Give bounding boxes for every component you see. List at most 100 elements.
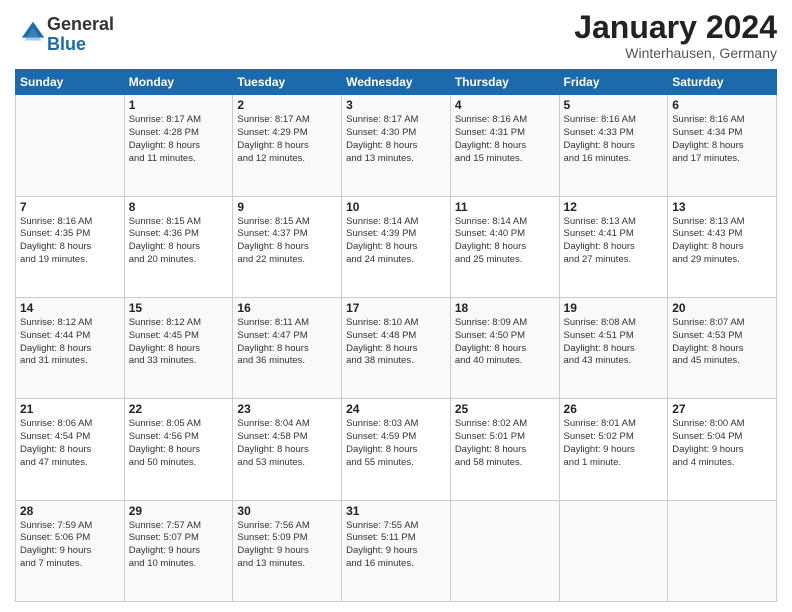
header-sunday: Sunday — [16, 70, 125, 95]
logo-general: General — [47, 15, 114, 35]
header-saturday: Saturday — [668, 70, 777, 95]
table-row — [668, 500, 777, 601]
day-number: 3 — [346, 98, 446, 112]
day-info: Sunrise: 8:11 AMSunset: 4:47 PMDaylight:… — [237, 317, 337, 368]
day-number: 23 — [237, 402, 337, 416]
day-info: Sunrise: 8:04 AMSunset: 4:58 PMDaylight:… — [237, 418, 337, 469]
day-number: 12 — [564, 200, 664, 214]
table-row: 8 Sunrise: 8:15 AMSunset: 4:36 PMDaylight… — [124, 196, 233, 297]
day-number: 19 — [564, 301, 664, 315]
day-info: Sunrise: 8:15 AMSunset: 4:37 PMDaylight:… — [237, 216, 337, 267]
table-row: 17Sunrise: 8:10 AMSunset: 4:48 PMDayligh… — [342, 297, 451, 398]
day-info: Sunrise: 8:12 AMSunset: 4:44 PMDaylight:… — [20, 317, 120, 368]
day-info: Sunrise: 7:55 AMSunset: 5:11 PMDaylight:… — [346, 520, 446, 571]
table-row: 23 Sunrise: 8:04 AMSunset: 4:58 PMDayligh… — [233, 399, 342, 500]
day-info: Sunrise: 8:14 AMSunset: 4:39 PMDaylight:… — [346, 216, 446, 267]
table-row: 19Sunrise: 8:08 AMSunset: 4:51 PMDayligh… — [559, 297, 668, 398]
day-number: 31 — [346, 504, 446, 518]
table-row: 6Sunrise: 8:16 AMSunset: 4:34 PMDaylight… — [668, 95, 777, 196]
location: Winterhausen, Germany — [574, 45, 777, 61]
day-info: Sunrise: 8:06 AMSunset: 4:54 PMDaylight:… — [20, 418, 120, 469]
day-number: 9 — [237, 200, 337, 214]
table-row: 22 Sunrise: 8:05 AMSunset: 4:56 PMDayligh… — [124, 399, 233, 500]
day-info: Sunrise: 8:16 AMSunset: 4:33 PMDaylight:… — [564, 114, 664, 165]
day-number: 18 — [455, 301, 555, 315]
day-number: 4 — [455, 98, 555, 112]
day-number: 25 — [455, 402, 555, 416]
table-row: 9 Sunrise: 8:15 AMSunset: 4:37 PMDaylight… — [233, 196, 342, 297]
day-number: 29 — [129, 504, 229, 518]
day-number: 15 — [129, 301, 229, 315]
day-number: 21 — [20, 402, 120, 416]
day-info: Sunrise: 8:17 AMSunset: 4:30 PMDaylight:… — [346, 114, 446, 165]
day-number: 8 — [129, 200, 229, 214]
day-info: Sunrise: 7:59 AMSunset: 5:06 PMDaylight:… — [20, 520, 120, 571]
day-number: 26 — [564, 402, 664, 416]
day-number: 16 — [237, 301, 337, 315]
table-row: 28Sunrise: 7:59 AMSunset: 5:06 PMDayligh… — [16, 500, 125, 601]
day-info: Sunrise: 8:00 AMSunset: 5:04 PMDaylight:… — [672, 418, 772, 469]
day-number: 17 — [346, 301, 446, 315]
day-number: 5 — [564, 98, 664, 112]
day-info: Sunrise: 8:05 AMSunset: 4:56 PMDaylight:… — [129, 418, 229, 469]
calendar-week-row: 7Sunrise: 8:16 AMSunset: 4:35 PMDaylight… — [16, 196, 777, 297]
day-info: Sunrise: 8:02 AMSunset: 5:01 PMDaylight:… — [455, 418, 555, 469]
day-info: Sunrise: 8:17 AMSunset: 4:29 PMDaylight:… — [237, 114, 337, 165]
day-number: 14 — [20, 301, 120, 315]
table-row: 4 Sunrise: 8:16 AMSunset: 4:31 PMDaylight… — [450, 95, 559, 196]
table-row: 31 Sunrise: 7:55 AMSunset: 5:11 PMDayligh… — [342, 500, 451, 601]
table-row: 3 Sunrise: 8:17 AMSunset: 4:30 PMDaylight… — [342, 95, 451, 196]
table-row: 24 Sunrise: 8:03 AMSunset: 4:59 PMDayligh… — [342, 399, 451, 500]
header-tuesday: Tuesday — [233, 70, 342, 95]
day-info: Sunrise: 8:07 AMSunset: 4:53 PMDaylight:… — [672, 317, 772, 368]
day-number: 2 — [237, 98, 337, 112]
table-row: 1Sunrise: 8:17 AMSunset: 4:28 PMDaylight… — [124, 95, 233, 196]
day-info: Sunrise: 8:13 AMSunset: 4:41 PMDaylight:… — [564, 216, 664, 267]
table-row: 15 Sunrise: 8:12 AMSunset: 4:45 PMDayligh… — [124, 297, 233, 398]
day-number: 20 — [672, 301, 772, 315]
table-row: 20 Sunrise: 8:07 AMSunset: 4:53 PMDayligh… — [668, 297, 777, 398]
header-friday: Friday — [559, 70, 668, 95]
day-number: 24 — [346, 402, 446, 416]
table-row: 7Sunrise: 8:16 AMSunset: 4:35 PMDaylight… — [16, 196, 125, 297]
day-info: Sunrise: 8:14 AMSunset: 4:40 PMDaylight:… — [455, 216, 555, 267]
calendar-table: Sunday Monday Tuesday Wednesday Thursday… — [15, 69, 777, 602]
table-row: 21 Sunrise: 8:06 AMSunset: 4:54 PMDayligh… — [16, 399, 125, 500]
table-row: 2 Sunrise: 8:17 AMSunset: 4:29 PMDaylight… — [233, 95, 342, 196]
day-number: 30 — [237, 504, 337, 518]
table-row: 27Sunrise: 8:00 AMSunset: 5:04 PMDayligh… — [668, 399, 777, 500]
table-row: 10 Sunrise: 8:14 AMSunset: 4:39 PMDayligh… — [342, 196, 451, 297]
table-row — [559, 500, 668, 601]
weekday-header-row: Sunday Monday Tuesday Wednesday Thursday… — [16, 70, 777, 95]
day-info: Sunrise: 8:12 AMSunset: 4:45 PMDaylight:… — [129, 317, 229, 368]
table-row: 11Sunrise: 8:14 AMSunset: 4:40 PMDayligh… — [450, 196, 559, 297]
day-info: Sunrise: 8:01 AMSunset: 5:02 PMDaylight:… — [564, 418, 664, 469]
table-row: 13Sunrise: 8:13 AMSunset: 4:43 PMDayligh… — [668, 196, 777, 297]
day-number: 22 — [129, 402, 229, 416]
logo: General Blue — [15, 15, 114, 55]
table-row: 18 Sunrise: 8:09 AMSunset: 4:50 PMDayligh… — [450, 297, 559, 398]
title-block: January 2024 Winterhausen, Germany — [574, 10, 777, 61]
table-row: 14 Sunrise: 8:12 AMSunset: 4:44 PMDayligh… — [16, 297, 125, 398]
day-info: Sunrise: 8:16 AMSunset: 4:35 PMDaylight:… — [20, 216, 120, 267]
day-info: Sunrise: 8:15 AMSunset: 4:36 PMDaylight:… — [129, 216, 229, 267]
day-info: Sunrise: 8:09 AMSunset: 4:50 PMDaylight:… — [455, 317, 555, 368]
day-number: 10 — [346, 200, 446, 214]
table-row: 25 Sunrise: 8:02 AMSunset: 5:01 PMDayligh… — [450, 399, 559, 500]
header-monday: Monday — [124, 70, 233, 95]
day-info: Sunrise: 8:13 AMSunset: 4:43 PMDaylight:… — [672, 216, 772, 267]
table-row: 16 Sunrise: 8:11 AMSunset: 4:47 PMDayligh… — [233, 297, 342, 398]
table-row: 30Sunrise: 7:56 AMSunset: 5:09 PMDayligh… — [233, 500, 342, 601]
day-number: 1 — [129, 98, 229, 112]
header-wednesday: Wednesday — [342, 70, 451, 95]
page: General Blue January 2024 Winterhausen, … — [0, 0, 792, 612]
table-row: 26 Sunrise: 8:01 AMSunset: 5:02 PMDayligh… — [559, 399, 668, 500]
logo-text: General Blue — [47, 15, 114, 55]
table-row: 29Sunrise: 7:57 AMSunset: 5:07 PMDayligh… — [124, 500, 233, 601]
table-row — [16, 95, 125, 196]
day-info: Sunrise: 8:16 AMSunset: 4:31 PMDaylight:… — [455, 114, 555, 165]
header-thursday: Thursday — [450, 70, 559, 95]
month-title: January 2024 — [574, 10, 777, 45]
logo-blue: Blue — [47, 35, 114, 55]
day-info: Sunrise: 8:03 AMSunset: 4:59 PMDaylight:… — [346, 418, 446, 469]
